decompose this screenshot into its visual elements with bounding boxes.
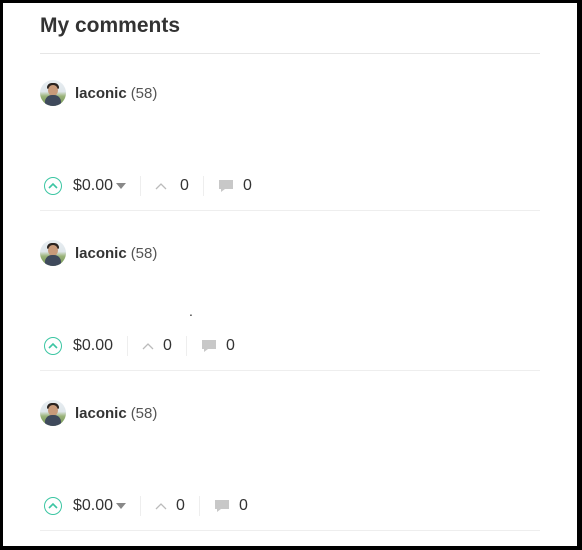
action-divider	[198, 496, 200, 516]
author-name[interactable]: laconic	[75, 85, 127, 102]
comment-author-row: laconic (58)	[40, 399, 157, 427]
comment-author-row: laconic (58)	[40, 79, 157, 107]
title-divider	[40, 53, 540, 54]
upvote-circle-icon	[48, 182, 58, 189]
author-reputation: (58)	[130, 404, 158, 422]
speech-bubble-icon[interactable]	[218, 179, 234, 193]
upvote-button[interactable]	[44, 177, 62, 195]
speech-bubble-icon[interactable]	[201, 339, 217, 353]
comment-body: .	[189, 303, 193, 319]
author-reputation: (58)	[130, 244, 158, 262]
caret-down-icon[interactable]	[116, 183, 127, 189]
comment-actions: $0.00 0 0	[40, 334, 235, 358]
upvote-circle-icon	[48, 342, 58, 349]
chevron-up-icon[interactable]	[155, 502, 167, 510]
action-divider	[185, 336, 187, 356]
action-divider	[140, 176, 142, 196]
caret-down-icon[interactable]	[116, 503, 127, 509]
upvote-circle-icon	[48, 502, 58, 509]
comment-item: laconic (58) $0.00 0 0	[40, 399, 540, 531]
page-title: My comments	[40, 14, 181, 37]
replies-count[interactable]: 0	[243, 177, 252, 195]
comments-panel: My comments laconic (58) $0.00 0 0 lacon…	[3, 3, 577, 546]
avatar[interactable]	[40, 80, 66, 106]
comment-author-row: laconic (58)	[40, 239, 157, 267]
author-name[interactable]: laconic	[75, 405, 127, 422]
payout-value[interactable]: $0.00	[73, 337, 113, 355]
likes-count: 0	[180, 177, 189, 194]
upvote-button[interactable]	[44, 497, 62, 515]
comment-actions: $0.00 0 0	[40, 174, 252, 198]
comment-divider	[40, 370, 540, 371]
payout-value[interactable]: $0.00	[73, 497, 113, 515]
action-divider	[127, 336, 129, 356]
author-name[interactable]: laconic	[75, 245, 127, 262]
action-divider	[202, 176, 204, 196]
replies-count[interactable]: 0	[226, 337, 235, 355]
speech-bubble-icon[interactable]	[214, 499, 230, 513]
comment-divider	[40, 210, 540, 211]
avatar[interactable]	[40, 240, 66, 266]
chevron-up-icon[interactable]	[142, 342, 154, 350]
comment-item: laconic (58) $0.00 0 0	[40, 79, 540, 211]
comment-item: laconic (58) . $0.00 0 0	[40, 239, 540, 371]
upvote-button[interactable]	[44, 337, 62, 355]
action-divider	[140, 496, 142, 516]
payout-value[interactable]: $0.00	[73, 177, 113, 195]
comment-divider	[40, 530, 540, 531]
likes-count: 0	[163, 337, 172, 354]
likes-count: 0	[176, 497, 185, 514]
chevron-up-icon[interactable]	[155, 182, 167, 190]
author-reputation: (58)	[130, 84, 158, 102]
comment-actions: $0.00 0 0	[40, 494, 248, 518]
replies-count[interactable]: 0	[239, 497, 248, 515]
avatar[interactable]	[40, 400, 66, 426]
